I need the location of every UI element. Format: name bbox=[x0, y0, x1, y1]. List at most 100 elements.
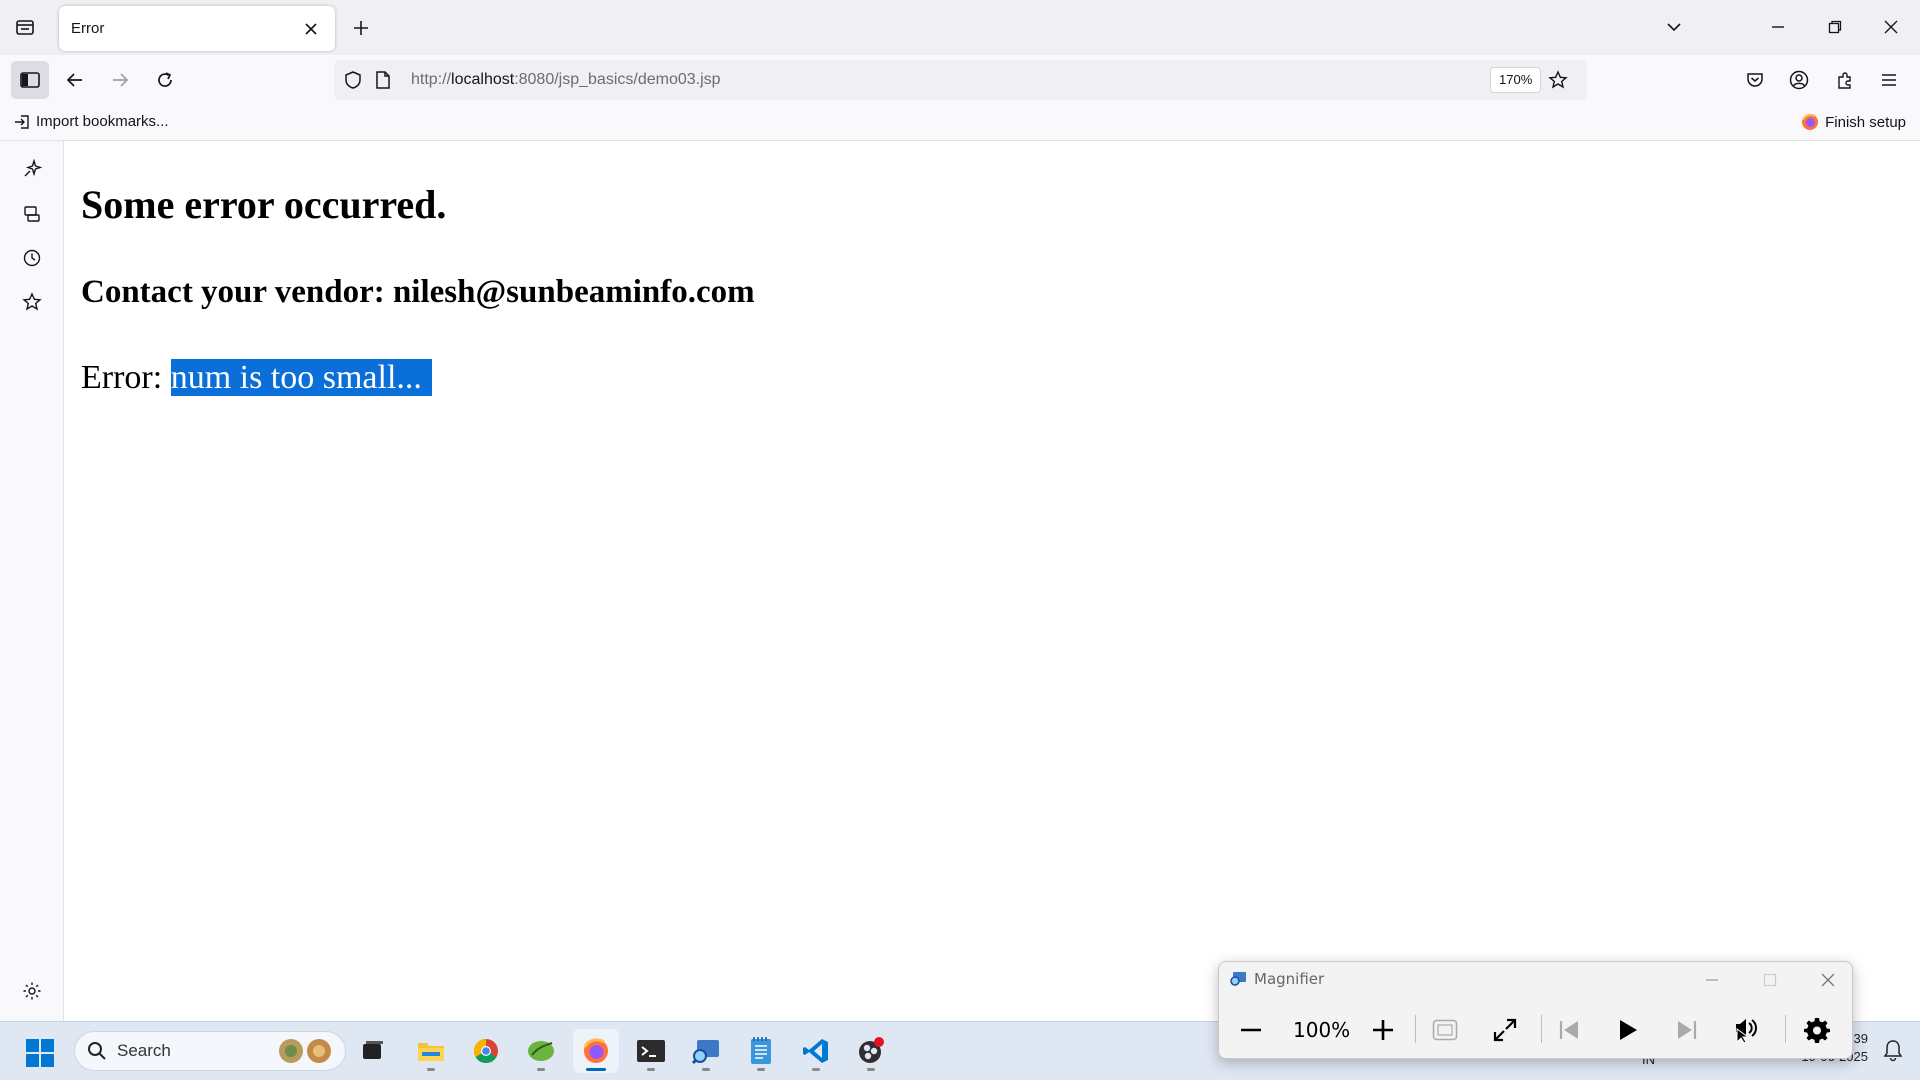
sidebar-settings-button[interactable] bbox=[16, 975, 48, 1007]
close-icon bbox=[305, 22, 317, 35]
magnifier-minimize-button[interactable] bbox=[1692, 966, 1732, 994]
restore-button[interactable] bbox=[1815, 8, 1855, 46]
sidebar-icon bbox=[20, 72, 40, 88]
taskbar-vscode[interactable] bbox=[793, 1029, 839, 1073]
page-icon[interactable] bbox=[372, 69, 394, 91]
taskbar-firefox[interactable] bbox=[573, 1029, 619, 1073]
list-all-tabs-button[interactable] bbox=[1654, 8, 1694, 46]
close-window-button[interactable] bbox=[1871, 8, 1911, 46]
tab-strip: Error bbox=[0, 0, 1920, 55]
tab-active[interactable]: Error bbox=[59, 6, 335, 51]
taskbar-terminal[interactable] bbox=[628, 1029, 674, 1073]
zoom-in-button[interactable] bbox=[1361, 1010, 1405, 1050]
running-indicator bbox=[427, 1068, 435, 1071]
puzzle-icon bbox=[1838, 72, 1851, 89]
minus-icon bbox=[1241, 1028, 1261, 1032]
running-indicator bbox=[757, 1068, 765, 1071]
magnifier-titlebar: Magnifier bbox=[1229, 970, 1324, 988]
vscode-icon bbox=[803, 1039, 828, 1063]
arrow-right-icon bbox=[113, 73, 129, 87]
firefox-icon bbox=[583, 1038, 608, 1063]
magnifier-close-button[interactable] bbox=[1808, 966, 1848, 994]
page-content: Some error occurred. Contact your vendor… bbox=[64, 141, 1920, 1021]
gear-icon bbox=[1804, 1018, 1830, 1043]
synced-tabs-icon bbox=[24, 206, 40, 222]
magnifier-settings-button[interactable] bbox=[1795, 1010, 1839, 1050]
magnifier-app-icon bbox=[1230, 972, 1246, 986]
account-button[interactable] bbox=[1780, 61, 1818, 99]
import-icon bbox=[15, 114, 29, 129]
import-bookmarks-button[interactable]: Import bookmarks... bbox=[14, 113, 169, 130]
taskbar-task-view[interactable] bbox=[350, 1029, 396, 1073]
sidebar-ai-chat-button[interactable] bbox=[16, 153, 48, 185]
magnifier-window: Magnifier 100% bbox=[1218, 961, 1853, 1059]
minimize-button[interactable] bbox=[1758, 8, 1798, 46]
restore-icon bbox=[1828, 20, 1842, 34]
magnifier-zoom-level: 100% bbox=[1293, 1018, 1351, 1042]
terminal-icon bbox=[637, 1040, 665, 1062]
minimize-icon bbox=[1772, 26, 1784, 28]
pocket-button[interactable] bbox=[1736, 61, 1774, 99]
sidebar-toggle-button[interactable] bbox=[11, 61, 49, 99]
sidebar bbox=[0, 141, 64, 1021]
view-mode-button[interactable] bbox=[1483, 1010, 1527, 1050]
view-full-screen-button[interactable] bbox=[1423, 1010, 1467, 1050]
running-indicator bbox=[812, 1068, 820, 1071]
taskbar-obs[interactable] bbox=[848, 1029, 894, 1073]
divider bbox=[1415, 1015, 1416, 1043]
new-tab-button[interactable] bbox=[345, 12, 377, 44]
tab-list-button[interactable] bbox=[8, 10, 42, 44]
shield-icon[interactable] bbox=[342, 69, 364, 91]
magnifier-icon bbox=[691, 1040, 719, 1065]
notification-bell-icon[interactable] bbox=[1880, 1038, 1906, 1064]
read-previous-button[interactable] bbox=[1547, 1010, 1591, 1050]
taskbar-file-explorer[interactable] bbox=[408, 1029, 454, 1073]
import-bookmarks-label: Import bookmarks... bbox=[36, 113, 169, 130]
search-icon bbox=[88, 1042, 106, 1060]
start-button[interactable] bbox=[20, 1035, 60, 1071]
back-button[interactable] bbox=[56, 61, 94, 99]
sidebar-synced-tabs-button[interactable] bbox=[16, 198, 48, 230]
sidebar-bookmarks-button[interactable] bbox=[16, 286, 48, 318]
extensions-button[interactable] bbox=[1826, 61, 1864, 99]
url-text[interactable]: http://localhost:8080/jsp_basics/demo03.… bbox=[411, 71, 721, 89]
menu-button[interactable] bbox=[1870, 61, 1908, 99]
close-icon bbox=[1884, 20, 1898, 34]
speaker-cursor-icon bbox=[1736, 1019, 1757, 1043]
finish-setup-button[interactable]: Finish setup bbox=[1801, 113, 1906, 131]
running-indicator bbox=[867, 1068, 875, 1071]
expand-icon bbox=[1493, 1018, 1517, 1042]
taskbar-search-box[interactable]: Search bbox=[74, 1031, 346, 1071]
reload-button[interactable] bbox=[146, 61, 184, 99]
taskbar-magnifier[interactable] bbox=[683, 1029, 729, 1073]
bookmark-star-icon[interactable] bbox=[1547, 69, 1569, 91]
read-next-button[interactable] bbox=[1665, 1010, 1709, 1050]
magnifier-maximize-button[interactable] bbox=[1750, 966, 1790, 994]
divider bbox=[1785, 1015, 1786, 1043]
minimize-icon bbox=[1706, 979, 1718, 981]
taskbar-notepad[interactable] bbox=[738, 1029, 784, 1073]
star-icon bbox=[22, 292, 42, 311]
divider bbox=[1541, 1015, 1542, 1043]
tab-close-button[interactable] bbox=[299, 17, 323, 41]
task-view-icon bbox=[363, 1041, 383, 1059]
running-indicator bbox=[647, 1068, 655, 1071]
running-indicator bbox=[702, 1068, 710, 1071]
zoom-level-badge[interactable]: 170% bbox=[1490, 67, 1542, 93]
fullscreen-frame-icon bbox=[1432, 1019, 1458, 1041]
zoom-out-button[interactable] bbox=[1229, 1010, 1273, 1050]
forward-button[interactable] bbox=[101, 61, 139, 99]
url-bar[interactable]: http://localhost:8080/jsp_basics/demo03.… bbox=[334, 60, 1587, 100]
page-heading: Some error occurred. bbox=[81, 182, 447, 227]
magnifier-title: Magnifier bbox=[1254, 970, 1325, 988]
taskbar-chrome[interactable] bbox=[463, 1029, 509, 1073]
account-icon bbox=[1789, 70, 1809, 90]
play-button[interactable] bbox=[1606, 1010, 1650, 1050]
search-highlight-icon bbox=[277, 1037, 339, 1065]
sidebar-history-button[interactable] bbox=[16, 242, 48, 274]
taskbar-spring-tools[interactable] bbox=[518, 1029, 564, 1073]
chrome-icon bbox=[473, 1039, 498, 1064]
gear-icon bbox=[23, 982, 41, 1000]
tab-title: Error bbox=[71, 20, 105, 37]
read-from-here-button[interactable] bbox=[1725, 1010, 1769, 1050]
